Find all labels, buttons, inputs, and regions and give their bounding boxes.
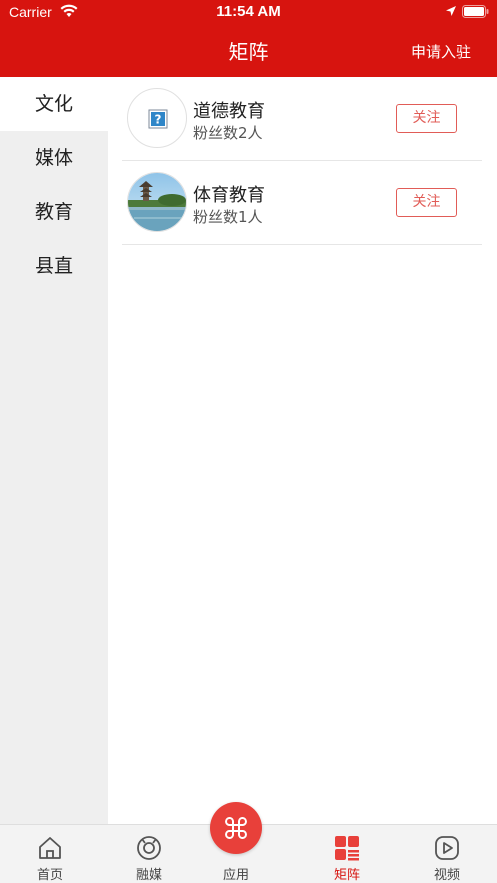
svg-text:?: ? <box>155 113 162 127</box>
status-bar: Carrier 11:54 AM <box>0 0 497 26</box>
follow-button[interactable]: 关注 <box>396 104 457 133</box>
apps-center-button[interactable] <box>210 802 262 854</box>
list-item[interactable]: 体育教育 粉丝数1人 关注 <box>122 161 482 245</box>
app-header: Carrier 11:54 AM 矩阵 申请入驻 <box>0 0 497 77</box>
follow-button[interactable]: 关注 <box>396 188 457 217</box>
account-list: ? 道德教育 粉丝数2人 关注 体育教育 粉丝数1人 关注 <box>122 77 482 245</box>
category-sidebar: 文化 媒体 教育 县直 <box>0 77 108 824</box>
sidebar-item-media[interactable]: 媒体 <box>0 131 108 185</box>
tab-label: 首页 <box>36 868 63 883</box>
avatar <box>127 172 187 232</box>
media-icon <box>137 836 161 860</box>
account-name: 道德教育 <box>193 101 265 122</box>
sidebar-item-county[interactable]: 县直 <box>0 239 108 293</box>
lake-pagoda-photo <box>128 173 186 231</box>
tab-label: 矩阵 <box>333 868 360 883</box>
apply-join-button[interactable]: 申请入驻 <box>411 41 471 62</box>
battery-icon <box>462 5 489 18</box>
tab-label: 应用 <box>222 868 249 883</box>
tab-label: 视频 <box>433 868 460 883</box>
home-icon <box>39 837 61 859</box>
location-arrow-icon <box>446 6 456 16</box>
avatar: ? <box>127 88 187 148</box>
tab-video[interactable]: 视频 <box>397 825 497 883</box>
sidebar-item-culture[interactable]: 文化 <box>0 77 108 131</box>
apps-icon <box>225 817 247 839</box>
clock: 11:54 AM <box>216 3 281 20</box>
fans-count: 粉丝数2人 <box>193 124 263 142</box>
matrix-icon <box>335 836 359 861</box>
tab-media[interactable]: 融媒 <box>99 825 199 883</box>
account-name: 体育教育 <box>193 185 265 206</box>
tab-matrix[interactable]: 矩阵 <box>297 825 397 883</box>
list-item[interactable]: ? 道德教育 粉丝数2人 关注 <box>122 77 482 161</box>
placeholder-image-icon: ? <box>148 109 168 129</box>
sidebar-item-education[interactable]: 教育 <box>0 185 108 239</box>
fans-count: 粉丝数1人 <box>193 208 263 226</box>
video-icon <box>435 836 459 860</box>
tab-home[interactable]: 首页 <box>0 825 100 883</box>
tab-label: 融媒 <box>135 868 162 883</box>
